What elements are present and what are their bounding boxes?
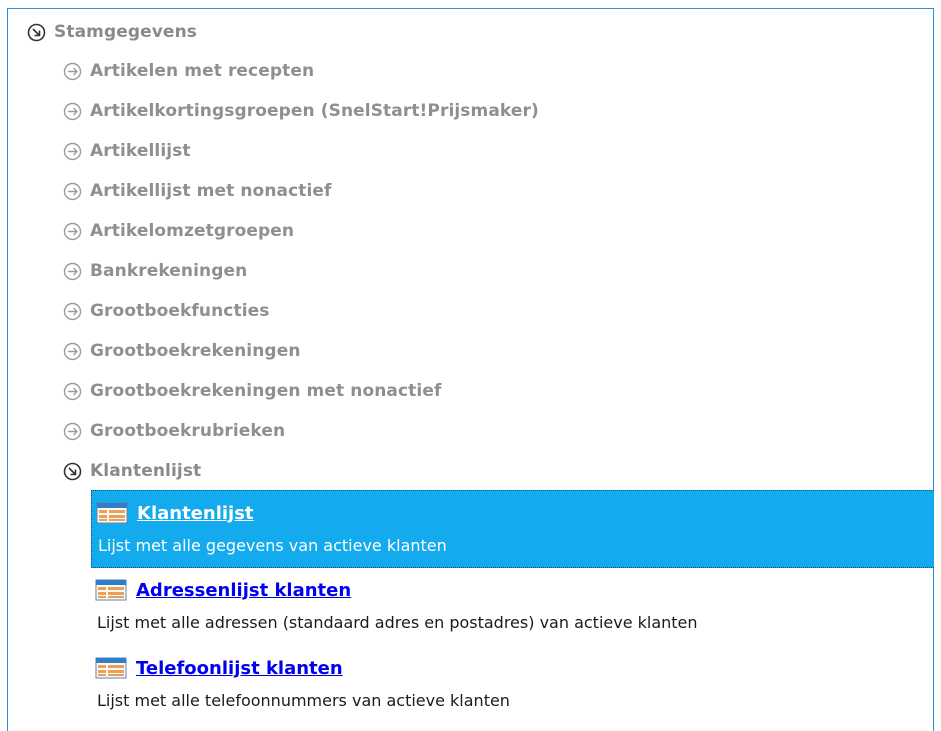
tree-node-stamgegevens[interactable]: Stamgegevens — [26, 16, 197, 48]
circle-arrow-right-icon — [62, 101, 83, 122]
circle-arrow-right-icon — [62, 421, 83, 442]
tree-node-artikelomzetgroepen[interactable]: Artikelomzetgroepen — [62, 215, 294, 247]
report-item-klantenlijst[interactable]: Klantenlijst Lijst met alle gegevens van… — [91, 490, 934, 568]
report-title-link[interactable]: Telefoonlijst klanten — [136, 658, 343, 679]
report-item-adressenlijst-klanten[interactable]: Adressenlijst klanten Lijst met alle adr… — [91, 568, 934, 646]
tree-node-label: Grootboekrekeningen — [90, 341, 301, 361]
tree-node-artikelen-met-recepten[interactable]: Artikelen met recepten — [62, 55, 314, 87]
tree-node-grootboekrubrieken[interactable]: Grootboekrubrieken — [62, 415, 285, 447]
report-title-link[interactable]: Klantenlijst — [137, 503, 254, 524]
tree-node-label: Bankrekeningen — [90, 261, 248, 281]
circle-arrow-down-right-icon — [62, 461, 83, 482]
circle-arrow-right-icon — [62, 261, 83, 282]
report-table-icon — [95, 579, 127, 601]
report-table-icon — [96, 502, 128, 524]
tree-node-klantenlijst[interactable]: Klantenlijst — [62, 455, 201, 487]
tree-node-grootboekrekeningen-met-nonactief[interactable]: Grootboekrekeningen met nonactief — [62, 375, 441, 407]
tree-node-label: Grootboekrubrieken — [90, 421, 286, 441]
tree-node-grootboekrekeningen[interactable]: Grootboekrekeningen — [62, 335, 301, 367]
tree-node-label: Stamgegevens — [54, 22, 197, 42]
circle-arrow-down-right-icon — [26, 22, 47, 43]
tree-node-label: Artikelen met recepten — [90, 61, 315, 81]
report-title-row: Telefoonlijst klanten — [95, 655, 343, 681]
tree-node-bankrekeningen[interactable]: Bankrekeningen — [62, 255, 247, 287]
report-description: Lijst met alle telefoonnummers van actie… — [97, 691, 510, 710]
tree-node-grootboekfuncties[interactable]: Grootboekfuncties — [62, 295, 270, 327]
tree-node-label: Grootboekfuncties — [90, 301, 270, 321]
tree-node-artikellijst-met-nonactief[interactable]: Artikellijst met nonactief — [62, 175, 332, 207]
circle-arrow-right-icon — [62, 301, 83, 322]
report-title-link[interactable]: Adressenlijst klanten — [136, 580, 351, 601]
tree-node-label: Grootboekrekeningen met nonactief — [90, 381, 442, 401]
circle-arrow-right-icon — [62, 341, 83, 362]
tree-node-label: Artikellijst — [90, 141, 191, 161]
tree-node-artikelkortingsgroepen[interactable]: Artikelkortingsgroepen (SnelStart!Prijsm… — [62, 95, 539, 127]
report-title-row: Adressenlijst klanten — [95, 577, 351, 603]
tree-node-label: Artikellijst met nonactief — [90, 181, 332, 201]
report-description: Lijst met alle adressen (standaard adres… — [97, 613, 698, 632]
circle-arrow-right-icon — [62, 381, 83, 402]
report-description: Lijst met alle gegevens van actieve klan… — [98, 536, 447, 555]
circle-arrow-right-icon — [62, 181, 83, 202]
circle-arrow-right-icon — [62, 141, 83, 162]
report-title-row: Klantenlijst — [96, 500, 254, 526]
tree-node-label: Artikelkortingsgroepen (SnelStart!Prijsm… — [90, 101, 539, 121]
report-table-icon — [95, 657, 127, 679]
report-item-telefoonlijst-klanten[interactable]: Telefoonlijst klanten Lijst met alle tel… — [91, 646, 934, 724]
tree-node-label: Klantenlijst — [90, 461, 202, 481]
circle-arrow-right-icon — [62, 221, 83, 242]
circle-arrow-right-icon — [62, 61, 83, 82]
tree-node-artikellijst[interactable]: Artikellijst — [62, 135, 191, 167]
tree-node-label: Artikelomzetgroepen — [90, 221, 295, 241]
